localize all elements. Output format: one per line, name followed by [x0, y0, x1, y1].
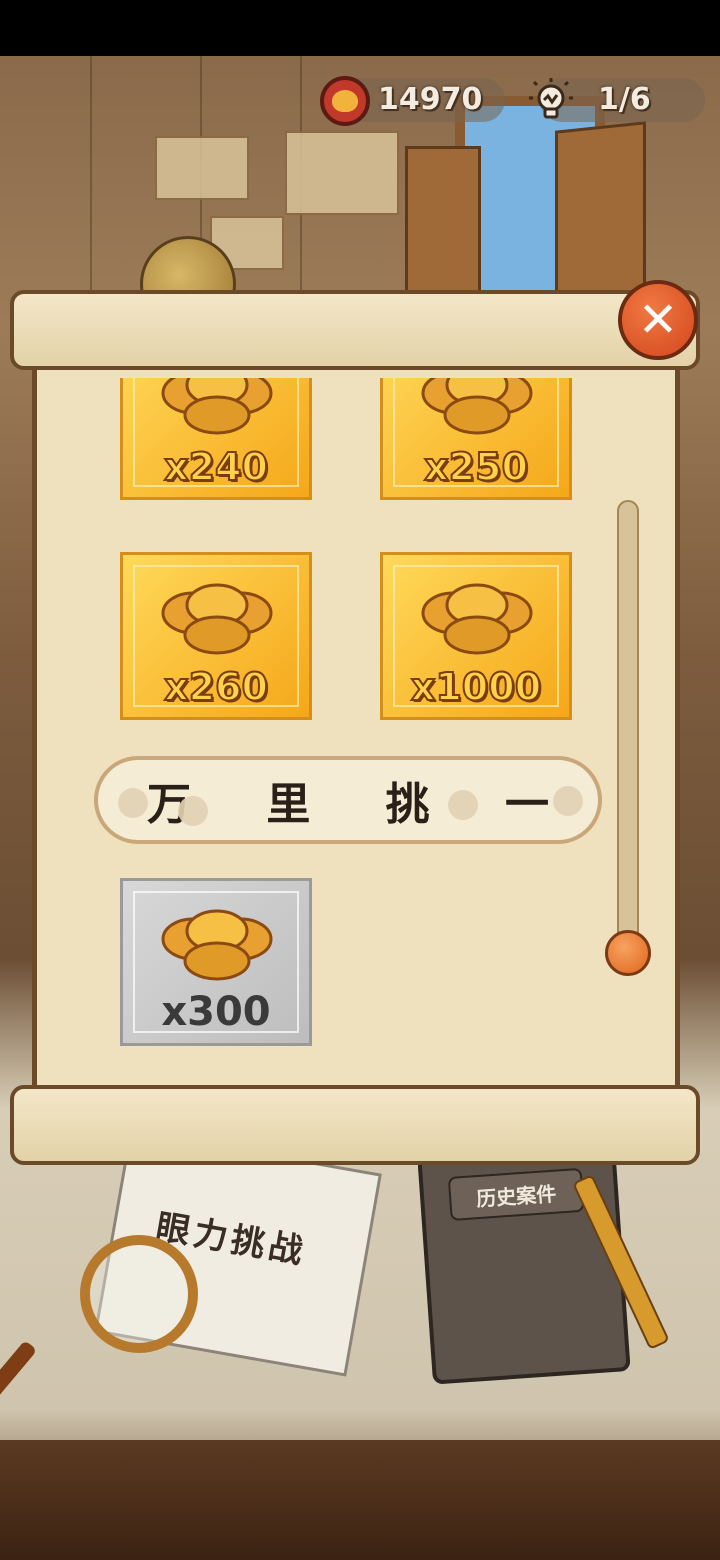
reward-card-260[interactable]: x260 — [120, 552, 312, 720]
coin-stack-icon — [161, 378, 273, 435]
magnifier-icon — [80, 1235, 198, 1353]
hint-count: 1/6 — [598, 82, 651, 117]
coin-count: 14970 — [378, 82, 483, 117]
cake-icon — [118, 788, 148, 818]
pinned-note — [155, 136, 249, 200]
coin-stack-icon — [421, 378, 533, 435]
reward-amount: x240 — [163, 444, 269, 490]
reward-amount: x1000 — [410, 664, 542, 710]
rabbit-icon — [448, 790, 478, 820]
case-journal-label: 历史案件 — [447, 1167, 585, 1221]
reward-card-240[interactable]: x240 — [120, 378, 312, 500]
scroll-roll-bottom — [10, 1085, 700, 1165]
scrollbar-thumb[interactable] — [605, 930, 651, 976]
scrollbar-track[interactable] — [617, 500, 639, 950]
reward-card-250[interactable]: x250 — [380, 378, 572, 500]
clock-icon — [178, 796, 208, 826]
status-bar — [0, 0, 720, 56]
reward-card-300[interactable]: x300 — [120, 878, 312, 1046]
desk-edge — [0, 1440, 720, 1560]
close-icon[interactable]: ✕ — [618, 280, 698, 360]
coin-stack-icon — [161, 909, 273, 981]
window-shutter — [405, 146, 481, 302]
reward-amount: x250 — [423, 444, 529, 490]
pinned-map — [285, 131, 399, 215]
reward-card-1000[interactable]: x1000 — [380, 552, 572, 720]
lightbulb-icon — [529, 78, 573, 119]
reward-amount: x260 — [163, 664, 269, 710]
coin-icon — [320, 76, 370, 126]
section-banner: 万 里 挑 一 — [94, 756, 602, 844]
teapot-icon — [553, 786, 583, 816]
window-shutter — [555, 121, 646, 317]
reward-amount: x300 — [161, 989, 271, 1035]
reward-list[interactable]: x240 x250 x260 x1000 万 里 挑 一 x300 — [32, 378, 612, 1070]
coin-stack-icon — [421, 583, 533, 655]
case-journal[interactable]: 历史案件 — [417, 1143, 631, 1385]
scroll-roll-top — [10, 290, 700, 370]
coin-stack-icon — [161, 583, 273, 655]
